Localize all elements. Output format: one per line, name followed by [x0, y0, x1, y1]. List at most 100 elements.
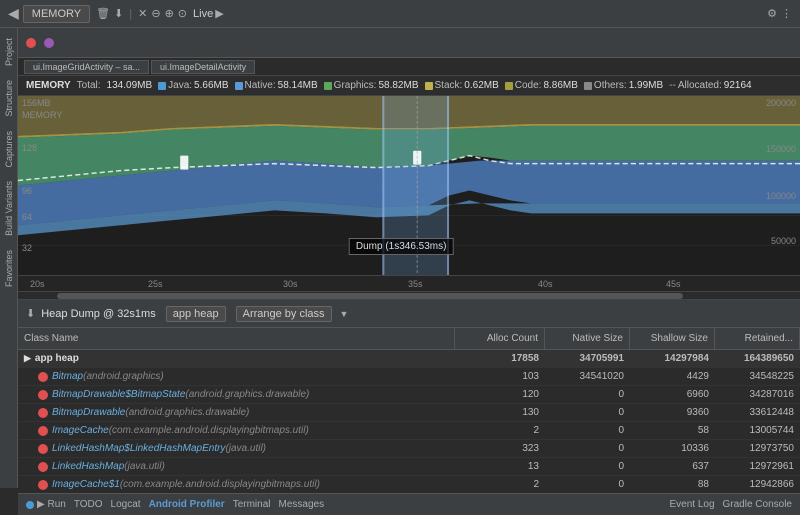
- total-label: Total:: [77, 80, 101, 91]
- class-name-cell: BitmapDrawable (android.graphics.drawabl…: [18, 404, 455, 421]
- table-row[interactable]: LinkedHashMap$LinkedHashMapEntry (java.u…: [18, 440, 800, 458]
- play-button[interactable]: ▶: [215, 7, 223, 20]
- class-name-cell: LinkedHashMap$LinkedHashMapEntry (java.u…: [18, 440, 455, 457]
- native-cell: 0: [545, 458, 630, 475]
- download-icon[interactable]: ⬇: [114, 7, 123, 20]
- grid-64: 64: [22, 212, 32, 222]
- class-name-cell: LinkedHashMap (java.util): [18, 458, 455, 475]
- x-label-40s: 40s: [538, 279, 553, 289]
- status-profiler[interactable]: Android Profiler: [149, 499, 225, 510]
- table-row[interactable]: LinkedHashMap (java.util)13063712972961: [18, 458, 800, 476]
- chart-area[interactable]: 200000 150000 100000 50000 156MB MEMORY …: [18, 96, 800, 276]
- status-event-log[interactable]: Event Log: [669, 499, 714, 510]
- sidebar-tab-captures[interactable]: Captures: [2, 125, 16, 174]
- table-row[interactable]: BitmapDrawable$BitmapState (android.grap…: [18, 386, 800, 404]
- memory-chart[interactable]: [18, 96, 800, 275]
- table-row[interactable]: Bitmap (android.graphics)103345410204429…: [18, 368, 800, 386]
- alloc-cell: 120: [455, 386, 545, 403]
- memory-dropdown[interactable]: MEMORY: [23, 5, 90, 23]
- table-header: Class Name Alloc Count Native Size Shall…: [18, 328, 800, 350]
- header-native: 34705991: [545, 350, 630, 367]
- th-shallow-size[interactable]: Shallow Size: [630, 328, 715, 349]
- header-alloc: 17858: [455, 350, 545, 367]
- alloc-cell: 13: [455, 458, 545, 475]
- sidebar-tab-favorites[interactable]: Favorites: [2, 244, 16, 293]
- y-label-150000: 150000: [766, 144, 796, 154]
- heap-toolbar: ⬇ Heap Dump @ 32s1ms app heap Arrange by…: [18, 300, 800, 328]
- native-cell: 0: [545, 422, 630, 439]
- heap-dump-label: Heap Dump @ 32s1ms: [41, 308, 156, 320]
- total-value: 134.09MB: [107, 80, 153, 91]
- java-legend: Java: 5.66MB: [158, 80, 228, 91]
- native-legend: Native: 58.14MB: [235, 80, 318, 91]
- arrange-dropdown[interactable]: Arrange by class: [236, 306, 332, 322]
- shallow-cell: 58: [630, 422, 715, 439]
- chart-memory-label: MEMORY: [22, 110, 62, 120]
- shallow-cell: 6960: [630, 386, 715, 403]
- table-row-header[interactable]: ▶ app heap 17858 34705991 14297984 16438…: [18, 350, 800, 368]
- retained-cell: 34548225: [715, 368, 800, 385]
- status-messages[interactable]: Messages: [279, 499, 325, 510]
- table-row[interactable]: ImageCache (com.example.android.displayi…: [18, 422, 800, 440]
- live-label: Live: [193, 8, 213, 20]
- retained-cell: 13005744: [715, 422, 800, 439]
- shallow-cell: 637: [630, 458, 715, 475]
- minus-button[interactable]: ⊖: [151, 7, 160, 20]
- activity-grid[interactable]: ui.ImageGridActivity – sa...: [24, 60, 149, 74]
- app-heap-dropdown[interactable]: app heap: [166, 306, 226, 322]
- chart-scrollbar[interactable]: [18, 292, 800, 300]
- status-run[interactable]: ▶ Run: [26, 499, 66, 510]
- plus-button[interactable]: ⊕: [165, 7, 174, 20]
- table-row[interactable]: ImageCache$1 (com.example.android.displa…: [18, 476, 800, 494]
- native-cell: 34541020: [545, 368, 630, 385]
- scrollbar-thumb[interactable]: [57, 293, 683, 299]
- status-terminal[interactable]: Terminal: [233, 499, 271, 510]
- table-body[interactable]: ▶ app heap 17858 34705991 14297984 16438…: [18, 350, 800, 515]
- back-button[interactable]: ◀: [8, 5, 19, 22]
- class-name-cell: ImageCache$1 (com.example.android.displa…: [18, 476, 455, 493]
- x-label-25s: 25s: [148, 279, 163, 289]
- activity-detail[interactable]: ui.ImageDetailActivity: [151, 60, 255, 74]
- table-row[interactable]: BitmapDrawable (android.graphics.drawabl…: [18, 404, 800, 422]
- circle-red: [26, 38, 36, 48]
- heap-icon: ⬇: [26, 307, 35, 320]
- x-label-20s: 20s: [30, 279, 45, 289]
- status-gradle[interactable]: Gradle Console: [723, 499, 792, 510]
- activity-bar: ui.ImageGridActivity – sa... ui.ImageDet…: [18, 58, 800, 76]
- th-retained-size[interactable]: Retained...: [715, 328, 800, 349]
- settings-icon[interactable]: ⚙: [767, 7, 777, 20]
- circle-purple: [44, 38, 54, 48]
- more-icon[interactable]: ⋮: [781, 7, 792, 20]
- header-shallow: 14297984: [630, 350, 715, 367]
- th-class-name[interactable]: Class Name: [18, 328, 455, 349]
- shallow-cell: 88: [630, 476, 715, 493]
- delete-icon[interactable]: 🗑: [96, 7, 110, 20]
- alloc-cell: 2: [455, 422, 545, 439]
- memory-toolbar: [18, 28, 800, 58]
- sidebar-tab-build[interactable]: Build Variants: [2, 175, 16, 242]
- status-todo[interactable]: TODO: [74, 499, 103, 510]
- main-toolbar: ◀ MEMORY 🗑 ⬇ | ✕ ⊖ ⊕ ⊙ Live ▶ ⚙ ⋮: [0, 0, 800, 28]
- class-name-cell: Bitmap (android.graphics): [18, 368, 455, 385]
- arrange-chevron[interactable]: ▼: [340, 309, 349, 319]
- class-name-cell: BitmapDrawable$BitmapState (android.grap…: [18, 386, 455, 403]
- main-content: ui.ImageGridActivity – sa... ui.ImageDet…: [18, 28, 800, 515]
- memory-label: MEMORY: [26, 80, 71, 91]
- allocated-legend: -- Allocated: 92164: [669, 80, 751, 91]
- circle-button[interactable]: ⊙: [178, 7, 187, 20]
- th-native-size[interactable]: Native Size: [545, 328, 630, 349]
- grid-96: 96: [22, 186, 32, 196]
- sidebar-tab-structure[interactable]: Structure: [2, 74, 16, 123]
- status-logcat[interactable]: Logcat: [111, 499, 141, 510]
- retained-cell: 12942866: [715, 476, 800, 493]
- x-label-30s: 30s: [283, 279, 298, 289]
- th-alloc-count[interactable]: Alloc Count: [455, 328, 545, 349]
- memory-legend: MEMORY Total: 134.09MB Java: 5.66MB Nati…: [18, 76, 800, 96]
- shallow-cell: 10336: [630, 440, 715, 457]
- sidebar-tab-project[interactable]: Project: [2, 32, 16, 72]
- table-area: Class Name Alloc Count Native Size Shall…: [18, 328, 800, 515]
- close-button[interactable]: ✕: [138, 7, 147, 20]
- left-sidebar: Project Structure Captures Build Variant…: [0, 28, 18, 488]
- x-label-45s: 45s: [666, 279, 681, 289]
- retained-cell: 33612448: [715, 404, 800, 421]
